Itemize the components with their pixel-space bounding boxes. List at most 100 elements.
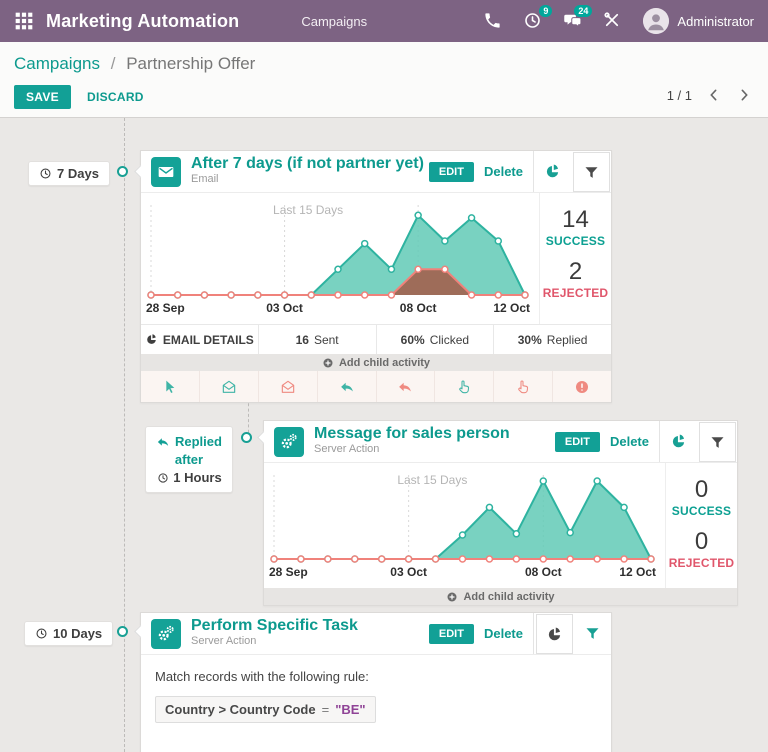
- activity-type: Server Action: [191, 634, 358, 649]
- card-header: After 7 days (if not partner yet) Email …: [141, 151, 611, 193]
- breadcrumb-campaigns[interactable]: Campaigns: [14, 54, 100, 73]
- pager-count: 1 / 1: [667, 88, 692, 103]
- not-clicked-icon[interactable]: [494, 371, 553, 402]
- svg-text:03 Oct: 03 Oct: [390, 565, 427, 579]
- bounced-icon[interactable]: [553, 371, 611, 402]
- clock-icon: [156, 471, 169, 484]
- filter-tab-icon[interactable]: [699, 422, 736, 462]
- stats-column: 0 SUCCESS 0 REJECTED: [665, 463, 737, 588]
- trigger-label: 10 Days: [53, 626, 102, 641]
- rejected-count[interactable]: 2: [540, 258, 611, 286]
- pager-previous-icon[interactable]: [706, 87, 722, 103]
- email-type-icon: [151, 157, 181, 187]
- plus-circle-icon: [322, 357, 334, 369]
- email-stats-footer: EMAIL DETAILS 16Sent 60%Clicked 30%Repli…: [141, 324, 611, 354]
- tools-icon[interactable]: [603, 11, 623, 31]
- activity-chart: Last 15 Days28 Sep03 Oct08 Oct12 Oct: [264, 463, 665, 588]
- delete-button[interactable]: Delete: [484, 626, 523, 641]
- trigger-label: 7 Days: [57, 166, 99, 181]
- edit-button[interactable]: EDIT: [555, 432, 600, 452]
- activity-title: Perform Specific Task: [191, 618, 358, 633]
- success-count[interactable]: 14: [540, 206, 611, 234]
- add-child-activity-button[interactable]: Add child activity: [141, 354, 611, 371]
- svg-text:28 Sep: 28 Sep: [146, 301, 185, 315]
- activity-card-task: Perform Specific Task Server Action EDIT…: [140, 612, 612, 752]
- systray: 9 24 Administrator: [483, 8, 768, 34]
- activity-card-server-action: Message for sales person Server Action E…: [263, 420, 738, 606]
- svg-text:Last 15 Days: Last 15 Days: [397, 473, 467, 487]
- email-details-button[interactable]: EMAIL DETAILS: [141, 325, 259, 354]
- pie-chart-icon: [145, 333, 158, 346]
- messages-badge: 24: [574, 5, 592, 17]
- top-navbar: Marketing Automation Campaigns 9 24 Admi…: [0, 0, 768, 42]
- trigger-box-replied-after[interactable]: Replied after 1 Hours: [145, 426, 233, 493]
- filter-tab-icon[interactable]: [573, 152, 610, 192]
- connector-dot: [117, 626, 128, 637]
- messages-icon[interactable]: 24: [563, 11, 583, 31]
- clock-icon: [39, 167, 52, 180]
- save-button[interactable]: SAVE: [14, 85, 71, 109]
- graph-tab-icon[interactable]: [534, 151, 571, 192]
- svg-text:Last 15 Days: Last 15 Days: [273, 203, 343, 217]
- envelope-opened-icon[interactable]: [200, 371, 259, 402]
- rule-intro-text: Match records with the following rule:: [155, 669, 597, 684]
- trigger-box-7-days[interactable]: 7 Days: [28, 161, 110, 186]
- activities-badge: 9: [539, 5, 552, 17]
- activities-icon[interactable]: 9: [523, 11, 543, 31]
- avatar[interactable]: [643, 8, 669, 34]
- graph-tab-icon[interactable]: [660, 421, 697, 462]
- card-header: Perform Specific Task Server Action EDIT…: [141, 613, 611, 655]
- delete-button[interactable]: Delete: [610, 434, 649, 449]
- user-name[interactable]: Administrator: [677, 14, 754, 29]
- control-panel: Campaigns / Partnership Offer SAVE DISCA…: [0, 42, 768, 118]
- pager-next-icon[interactable]: [736, 87, 752, 103]
- card-header: Message for sales person Server Action E…: [264, 421, 737, 463]
- rejected-label: REJECTED: [666, 556, 737, 570]
- child-trigger-options: [141, 371, 611, 402]
- reply-icon: [156, 435, 170, 449]
- sent-stat[interactable]: 16Sent: [259, 325, 377, 354]
- rejected-label: REJECTED: [540, 286, 611, 300]
- envelope-not-opened-icon[interactable]: [259, 371, 318, 402]
- filter-tab-icon[interactable]: [574, 613, 611, 654]
- edit-button[interactable]: EDIT: [429, 624, 474, 644]
- rule-field: Country > Country Code: [165, 702, 316, 717]
- clicked-icon[interactable]: [435, 371, 494, 402]
- trigger-time: 1 Hours: [173, 469, 221, 486]
- activity-type: Server Action: [314, 442, 510, 457]
- discard-button[interactable]: DISCARD: [87, 90, 144, 104]
- stats-column: 14 SUCCESS 2 REJECTED: [539, 193, 611, 324]
- domain-rule[interactable]: Country > Country Code = "BE": [155, 696, 376, 723]
- workflow-main-line: [124, 118, 125, 752]
- activity-card-email: After 7 days (if not partner yet) Email …: [140, 150, 612, 403]
- phone-icon[interactable]: [483, 11, 503, 31]
- svg-text:08 Oct: 08 Oct: [400, 301, 437, 315]
- replied-icon[interactable]: [318, 371, 377, 402]
- not-replied-icon[interactable]: [377, 371, 436, 402]
- clock-icon: [35, 627, 48, 640]
- svg-text:28 Sep: 28 Sep: [269, 565, 308, 579]
- add-child-activity-button[interactable]: Add child activity: [264, 588, 737, 605]
- trigger-box-10-days[interactable]: 10 Days: [24, 621, 113, 646]
- graph-tab-icon[interactable]: [536, 614, 573, 654]
- activity-title: Message for sales person: [314, 426, 510, 441]
- trigger-label-line2: after: [175, 451, 203, 468]
- mouse-cursor-icon[interactable]: [141, 371, 200, 402]
- rule-value: "BE": [335, 702, 365, 717]
- connector-dot: [241, 432, 252, 443]
- success-count[interactable]: 0: [666, 476, 737, 504]
- replied-stat[interactable]: 30%Replied: [494, 325, 611, 354]
- svg-text:12 Oct: 12 Oct: [619, 565, 656, 579]
- activity-title: After 7 days (if not partner yet): [191, 156, 424, 171]
- campaign-canvas: 7 Days Replied after 1 Hours 10 Days Aft…: [0, 118, 768, 752]
- breadcrumb: Campaigns / Partnership Offer: [14, 54, 754, 74]
- menu-campaigns[interactable]: Campaigns: [301, 14, 367, 29]
- rejected-count[interactable]: 0: [666, 528, 737, 556]
- server-action-type-icon: [151, 619, 181, 649]
- connector-dot: [117, 166, 128, 177]
- app-title[interactable]: Marketing Automation: [46, 11, 239, 32]
- delete-button[interactable]: Delete: [484, 164, 523, 179]
- edit-button[interactable]: EDIT: [429, 162, 474, 182]
- apps-menu-icon[interactable]: [14, 11, 34, 31]
- clicked-stat[interactable]: 60%Clicked: [377, 325, 495, 354]
